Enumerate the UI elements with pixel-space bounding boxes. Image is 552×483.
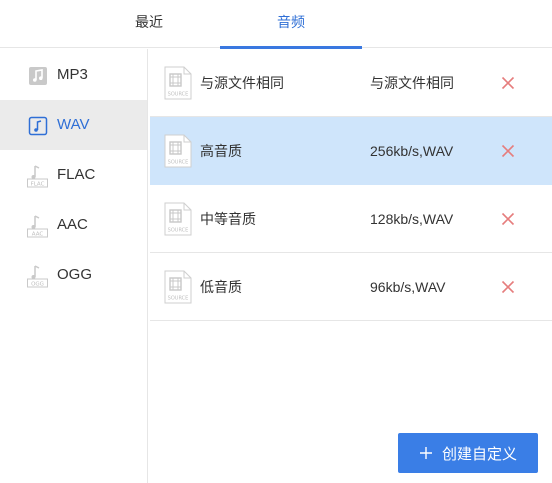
preset-spec: 与源文件相同 xyxy=(370,75,454,91)
preset-row-low-quality[interactable]: SOURCE 低音质 96kb/s,WAV xyxy=(150,253,552,321)
preset-name: 高音质 xyxy=(200,143,242,159)
plus-icon xyxy=(419,447,432,459)
sidebar-item-wav[interactable]: WAV xyxy=(0,100,147,150)
delete-icon[interactable] xyxy=(500,75,516,91)
sidebar-item-label: FLAC xyxy=(57,166,96,183)
music-note-icon xyxy=(28,116,48,136)
svg-text:FLAC: FLAC xyxy=(31,182,45,188)
sidebar-item-mp3[interactable]: MP3 xyxy=(0,50,147,100)
source-file-icon: SOURCE xyxy=(164,134,192,168)
source-file-icon: SOURCE xyxy=(164,270,192,304)
sidebar-item-aac[interactable]: AAC AAC xyxy=(0,200,147,250)
preset-row-medium-quality[interactable]: SOURCE 中等音质 128kb/s,WAV xyxy=(150,185,552,253)
sidebar-item-label: WAV xyxy=(57,116,90,133)
svg-text:SOURCE: SOURCE xyxy=(168,160,189,166)
svg-text:SOURCE: SOURCE xyxy=(168,228,189,234)
create-custom-label: 创建自定义 xyxy=(441,445,517,463)
flac-file-icon: FLAC xyxy=(27,165,48,188)
delete-icon[interactable] xyxy=(500,143,516,159)
svg-text:SOURCE: SOURCE xyxy=(168,92,189,98)
sidebar-item-label: AAC xyxy=(57,216,88,233)
source-file-icon: SOURCE xyxy=(164,202,192,236)
delete-icon[interactable] xyxy=(500,279,516,295)
tab-bar: 最近 音频 xyxy=(0,0,552,49)
svg-text:AAC: AAC xyxy=(32,232,44,238)
source-file-icon: SOURCE xyxy=(164,66,192,100)
sidebar-item-label: OGG xyxy=(57,266,93,283)
preset-spec: 256kb/s,WAV xyxy=(370,143,454,159)
preset-name: 中等音质 xyxy=(200,211,256,227)
aac-file-icon: AAC xyxy=(27,215,48,238)
format-sidebar: MP3 WAV FLAC FLAC AAC AAC OGG OGG xyxy=(0,49,148,483)
tab-audio[interactable]: 音频 xyxy=(220,0,362,49)
preset-name: 与源文件相同 xyxy=(200,75,284,91)
music-note-icon xyxy=(29,67,47,85)
preset-spec: 128kb/s,WAV xyxy=(370,211,454,227)
ogg-file-icon: OGG xyxy=(27,265,48,288)
preset-spec: 96kb/s,WAV xyxy=(370,279,446,295)
create-custom-button[interactable]: 创建自定义 xyxy=(398,433,538,473)
sidebar-item-ogg[interactable]: OGG OGG xyxy=(0,250,147,300)
preset-name: 低音质 xyxy=(200,279,242,295)
svg-text:OGG: OGG xyxy=(31,282,44,288)
sidebar-item-label: MP3 xyxy=(57,66,88,83)
preset-row-high-quality[interactable]: SOURCE 高音质 256kb/s,WAV xyxy=(150,117,552,185)
svg-text:SOURCE: SOURCE xyxy=(168,296,189,302)
tab-recent[interactable]: 最近 xyxy=(78,0,220,48)
sidebar-item-flac[interactable]: FLAC FLAC xyxy=(0,150,147,200)
preset-row-same-as-source[interactable]: SOURCE 与源文件相同 与源文件相同 xyxy=(150,49,552,117)
delete-icon[interactable] xyxy=(500,211,516,227)
